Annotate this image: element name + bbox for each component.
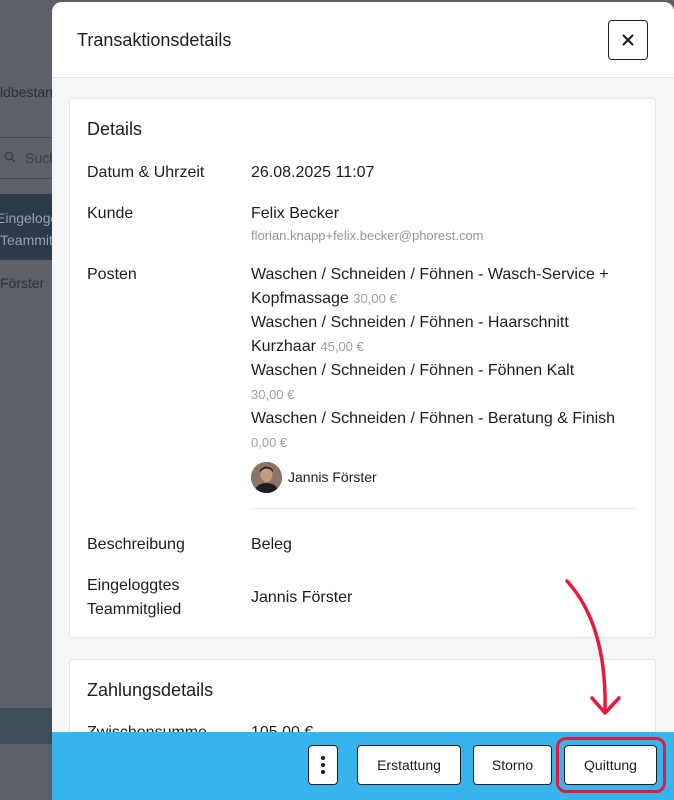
void-button[interactable]: Storno — [473, 745, 552, 785]
items-label: Posten — [87, 266, 137, 283]
details-card: Details Datum & Uhrzeit 26.08.2025 11:07… — [69, 98, 656, 638]
list-item: Waschen / Schneiden / Föhnen - Wasch-Ser… — [251, 263, 646, 311]
item-name-line1: Waschen / Schneiden / Föhnen - Beratung … — [251, 410, 616, 427]
annotation-arrow-icon — [565, 579, 621, 715]
list-item: Waschen / Schneiden / Föhnen - Haarschni… — [251, 311, 646, 359]
staff-avatar-image — [251, 462, 282, 493]
logged-in-label-line1: Eingeloggtes — [87, 577, 180, 594]
customer-label: Kunde — [87, 205, 134, 222]
item-price: 30,00 € — [353, 291, 397, 306]
staff-name: Jannis Förster — [288, 469, 377, 485]
item-name-line2: Kurzhaar — [251, 338, 316, 355]
modal-header: Transaktionsdetails — [52, 2, 674, 78]
logged-in-value: Jannis Förster — [251, 589, 353, 606]
list-item: Waschen / Schneiden / Föhnen - Föhnen Ka… — [251, 359, 646, 407]
item-name-line1: Waschen / Schneiden / Föhnen - Föhnen Ka… — [251, 362, 575, 379]
search-icon — [4, 151, 16, 163]
description-value: Beleg — [251, 536, 292, 553]
list-item: Waschen / Schneiden / Föhnen - Beratung … — [251, 407, 646, 455]
item-price: 0,00 € — [251, 435, 288, 450]
close-button[interactable] — [608, 20, 648, 60]
item-name-line2: Kopfmassage — [251, 290, 349, 307]
close-icon — [622, 34, 634, 46]
date-label: Datum & Uhrzeit — [87, 164, 205, 181]
customer-name[interactable]: Felix Becker — [251, 202, 339, 226]
background-band — [0, 708, 60, 744]
item-name-line1: Waschen / Schneiden / Föhnen - Haarschni… — [251, 314, 569, 331]
payment-heading: Zahlungsdetails — [87, 680, 214, 700]
receipt-button[interactable]: Quittung — [564, 745, 657, 785]
details-heading: Details — [87, 119, 143, 139]
item-name-line1: Waschen / Schneiden / Föhnen - Wasch-Ser… — [251, 266, 609, 283]
background-selected-row-text: Eingeloggtes Teammitglied — [0, 210, 52, 248]
more-vertical-icon — [321, 756, 325, 774]
background-row-text: Förster — [0, 275, 45, 291]
more-options-button[interactable] — [308, 745, 338, 785]
description-label: Beschreibung — [87, 536, 185, 553]
divider — [251, 508, 638, 509]
date-value: 26.08.2025 11:07 — [251, 164, 375, 181]
avatar — [251, 462, 282, 493]
item-price: 30,00 € — [251, 387, 295, 402]
background-tab-label: ldbestand — [0, 84, 60, 100]
refund-button[interactable]: Erstattung — [357, 745, 461, 785]
item-price: 45,00 € — [320, 339, 364, 354]
customer-email: florian.knapp+felix.becker@phorest.com — [251, 228, 484, 243]
modal-title: Transaktionsdetails — [77, 30, 232, 50]
logged-in-label-line2: Teammitglied — [87, 601, 182, 618]
modal-footer: Erstattung Storno Quittung — [52, 732, 674, 800]
